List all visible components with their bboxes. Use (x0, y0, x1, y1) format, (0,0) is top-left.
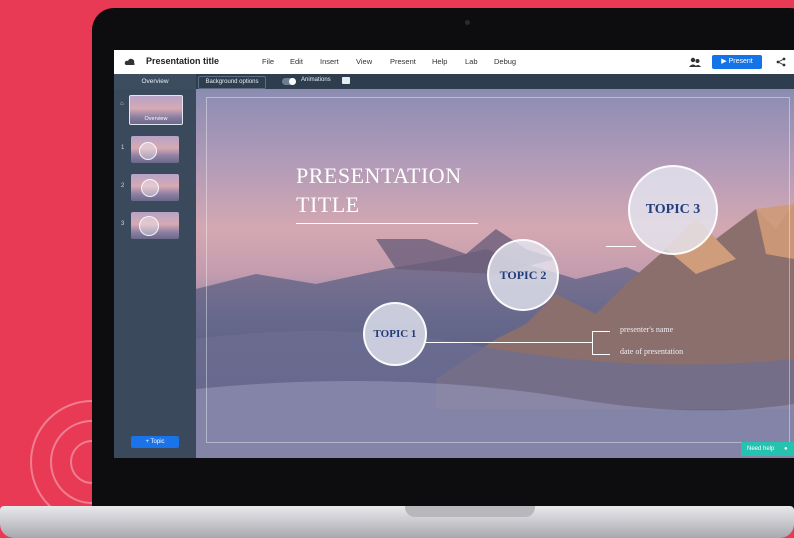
menu-file[interactable]: File (262, 57, 274, 66)
slide-number: 2 (121, 183, 125, 189)
slide-thumb-2[interactable] (131, 174, 179, 201)
present-button[interactable]: ▶ Present (712, 55, 762, 69)
play-icon: ▶ (721, 58, 727, 65)
slide-title-line2: TITLE (296, 192, 360, 217)
connector-line (592, 354, 610, 355)
presentation-date[interactable]: date of presentation (620, 347, 683, 356)
slide-number: 1 (121, 145, 125, 151)
need-help-label: Need help (747, 446, 775, 452)
help-icon: ● (784, 446, 788, 452)
cloud-icon[interactable] (124, 56, 136, 68)
title-underline (296, 223, 478, 224)
camera-icon (465, 20, 470, 25)
thumb-overview-label: Overview (144, 116, 168, 122)
topic-2-bubble[interactable]: TOPIC 2 (487, 239, 559, 311)
connector-line (592, 331, 610, 332)
add-topic-button[interactable]: + Topic (131, 436, 179, 448)
slide-title-line1: PRESENTATION (296, 163, 462, 188)
comment-icon[interactable] (342, 77, 350, 84)
present-button-label: Present (728, 58, 753, 65)
menu-bar: Presentation title File Edit Insert View… (114, 50, 794, 74)
tab-overview[interactable]: Overview (114, 74, 196, 89)
menu-help[interactable]: Help (432, 57, 447, 66)
background-options-button[interactable]: Background options (198, 76, 266, 89)
menu-view[interactable]: View (356, 57, 372, 66)
thumb-circle (141, 179, 159, 197)
menu-lab[interactable]: Lab (465, 57, 478, 66)
connector-line (424, 342, 592, 343)
connector-line (592, 331, 593, 355)
menu-edit[interactable]: Edit (290, 57, 303, 66)
thumb-circle (139, 142, 157, 160)
share-people-icon[interactable] (689, 56, 701, 68)
need-help-button[interactable]: Need help ● (741, 442, 794, 456)
app-window: Presentation title File Edit Insert View… (114, 50, 794, 458)
slide-canvas[interactable]: PRESENTATION TITLE TOPIC 3 TOPIC 2 TOPIC… (196, 89, 794, 458)
laptop-base (0, 506, 794, 538)
presentation-title[interactable]: Presentation title (146, 56, 219, 66)
connector-line (606, 246, 636, 247)
animations-toggle[interactable] (282, 78, 296, 85)
sidebar: ⌂ Overview 1 2 3 + Topic (114, 89, 196, 458)
slide-number: 3 (121, 221, 125, 227)
home-icon[interactable]: ⌂ (120, 101, 124, 107)
thumb-overview[interactable]: Overview (129, 95, 183, 125)
menu-insert[interactable]: Insert (320, 57, 339, 66)
laptop-notch (405, 506, 535, 517)
slide-title[interactable]: PRESENTATION TITLE (296, 161, 536, 219)
thumb-circle (139, 216, 159, 236)
share-icon[interactable] (776, 57, 786, 67)
toggle-knob (289, 78, 296, 85)
topic-3-bubble[interactable]: TOPIC 3 (628, 165, 718, 255)
slide-thumb-3[interactable] (131, 212, 179, 239)
menu-present[interactable]: Present (390, 57, 416, 66)
presenter-name[interactable]: presenter's name (620, 325, 673, 334)
topic-1-bubble[interactable]: TOPIC 1 (363, 302, 427, 366)
slide-thumb-1[interactable] (131, 136, 179, 163)
menu-debug[interactable]: Debug (494, 57, 516, 66)
toolbar: Overview Background options Animations (114, 74, 794, 89)
animations-label: Animations (301, 77, 331, 83)
